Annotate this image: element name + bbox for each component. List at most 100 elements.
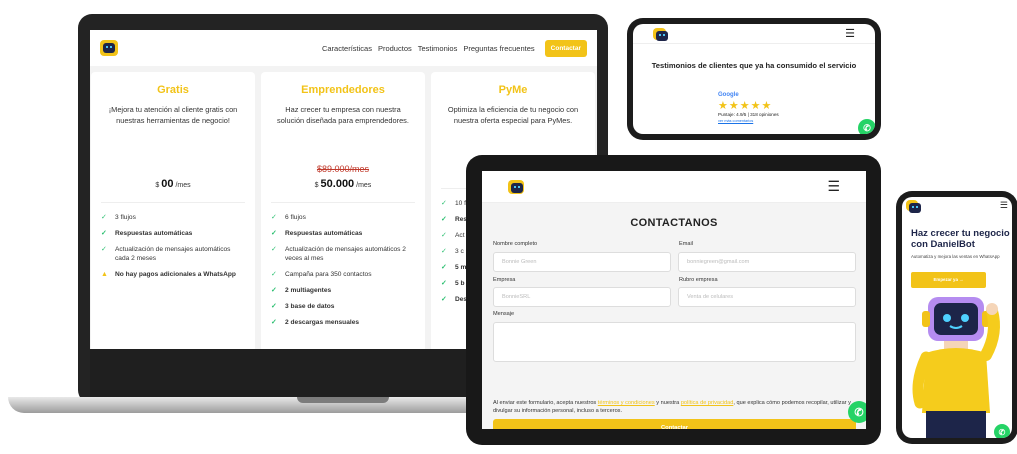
bot-logo-icon[interactable] — [508, 179, 524, 194]
plan-feature: ✓ 6 flujos — [271, 213, 415, 222]
bot-logo-icon[interactable] — [100, 40, 118, 56]
plan-description: Haz crecer tu empresa con nuestra soluci… — [277, 105, 409, 125]
feature-text: Actualización de mensajes automáticos 2 … — [285, 246, 406, 262]
phone-portrait-navbar: ☰ — [902, 197, 1012, 213]
whatsapp-icon[interactable]: ✆ — [994, 424, 1010, 438]
bot-logo-icon[interactable] — [653, 27, 668, 41]
hamburger-menu-icon[interactable]: ☰ — [845, 27, 855, 40]
plan-description: ¡Mejora tu atención al cliente gratis co… — [108, 105, 238, 125]
legal-notice: Al enviar este formulario, acepta nuestr… — [493, 399, 859, 415]
plan-description: Optimiza la eficiencia de tu negocio con… — [447, 105, 579, 125]
plan-name: Gratis — [157, 84, 189, 96]
check-icon: ✓ — [101, 214, 107, 221]
submit-button[interactable]: Contactar — [493, 419, 856, 429]
check-icon: ✓ — [101, 246, 107, 253]
feature-text: Respuestas automáticas — [285, 230, 363, 237]
rating-score: Puntaje: 4.9/5 | 318 opiniones — [718, 112, 779, 117]
check-icon: ✓ — [441, 248, 447, 255]
star-rating: ★★★★★ — [718, 100, 773, 112]
email-label: Email — [679, 241, 693, 247]
nav-link-testimonios[interactable]: Testimonios — [418, 44, 458, 53]
warning-icon: ▲ — [101, 271, 108, 278]
hamburger-menu-icon[interactable]: ☰ — [1000, 200, 1008, 211]
contact-form: CONTACTANOS Nombre completo Bonnie Green… — [482, 203, 866, 429]
plan-price: $ 50.000 /mes — [271, 178, 415, 190]
nav-link-caracteristicas[interactable]: Características — [322, 44, 372, 53]
name-label: Nombre completo — [493, 241, 538, 247]
plan-feature: ▲ No hay pagos adicionales a WhatsApp — [101, 270, 245, 279]
feature-text: 3 base de datos — [285, 303, 335, 310]
check-icon: ✓ — [271, 303, 277, 310]
plan-feature: ✓ Actualización de mensajes automáticos c… — [101, 245, 245, 263]
divider — [271, 202, 415, 203]
email-input[interactable]: bonniegreen@gmail.com — [678, 252, 856, 272]
plan-feature: ✓ 2 multiagentes — [271, 286, 415, 295]
robot-mascot-illustration — [912, 297, 1000, 438]
tablet-navbar: ☰ — [482, 171, 866, 203]
check-icon: ✓ — [441, 280, 447, 287]
plan-feature: ✓ Actualización de mensajes automáticos 2… — [271, 245, 415, 263]
feature-text: 6 flujos — [285, 214, 306, 221]
check-icon: ✓ — [101, 230, 107, 237]
feature-text: Respuestas automáticas — [115, 230, 193, 237]
price-currency: $ — [314, 182, 319, 189]
plan-old-price — [101, 164, 245, 176]
start-button[interactable]: Empezar ya → — [911, 272, 986, 288]
google-label: Google — [718, 92, 739, 98]
bot-logo-icon[interactable] — [906, 199, 921, 213]
hamburger-menu-icon[interactable]: ☰ — [827, 178, 840, 195]
legal-text-2: y nuestra — [654, 400, 681, 406]
check-icon: ✓ — [271, 230, 277, 237]
industry-input[interactable]: Venta de celulares — [678, 287, 856, 307]
tablet-screen: ☰ CONTACTANOS Nombre completo Bonnie Gre… — [482, 171, 866, 429]
plan-feature: ✓ 3 base de datos — [271, 302, 415, 311]
check-icon: ✓ — [271, 319, 277, 326]
price-period: /mes — [356, 182, 372, 189]
plan-price: $ 00 /mes — [101, 178, 245, 190]
plan-feature: ✓ Campaña para 350 contactos — [271, 270, 415, 279]
phone-landscape-navbar: ☰ — [633, 24, 875, 44]
feature-text: Actualización de mensajes automáticos ca… — [115, 246, 231, 262]
feature-text: 5 b — [455, 280, 465, 287]
check-icon: ✓ — [441, 264, 447, 271]
plan-name: Emprendedores — [301, 84, 385, 96]
laptop-notch — [297, 397, 389, 403]
feature-text: 3 flujos — [115, 214, 136, 221]
plan-name: PyMe — [498, 84, 528, 96]
nav-link-productos[interactable]: Productos — [378, 44, 412, 53]
price-amount: 50.000 — [320, 178, 355, 190]
check-icon: ✓ — [441, 232, 447, 239]
phone-portrait-screen: ☰ Haz crecer tu negocio con DanielBot Au… — [902, 197, 1012, 438]
price-currency: $ — [155, 182, 160, 189]
message-textarea[interactable] — [493, 322, 856, 362]
more-comments-link[interactable]: ver más comentarios — [718, 119, 753, 123]
plan-feature: ✓ 2 descargas mensuales — [271, 318, 415, 327]
contact-button[interactable]: Contactar — [544, 39, 587, 57]
message-label: Mensaje — [493, 311, 515, 317]
industry-label: Rubro empresa — [679, 277, 718, 283]
check-icon: ✓ — [271, 287, 277, 294]
plan-old-price: $89.000/mes — [316, 164, 370, 174]
plan-card-emprendedores: Emprendedores Haz crecer tu empresa con n… — [261, 72, 425, 349]
price-period: /mes — [175, 182, 191, 189]
feature-text: No hay pagos adicionales a WhatsApp — [115, 271, 236, 278]
check-icon: ✓ — [271, 214, 277, 221]
check-icon: ✓ — [271, 246, 277, 253]
whatsapp-icon[interactable]: ✆ — [858, 119, 875, 134]
check-icon: ✓ — [441, 216, 447, 223]
testimonials-title: Testimonios de clientes que ya ha consum… — [651, 61, 857, 70]
price-amount: 00 — [161, 178, 174, 190]
terms-link[interactable]: términos y condiciones — [598, 400, 655, 406]
company-input[interactable]: BonnieSRL — [493, 287, 671, 307]
company-label: Empresa — [493, 277, 516, 283]
legal-text-1: Al enviar este formulario, acepta nuestr… — [493, 400, 598, 406]
whatsapp-icon[interactable]: ✆ — [848, 401, 866, 423]
phone-landscape-screen: ☰ Testimonios de clientes que ya ha cons… — [633, 24, 875, 134]
nav-link-preguntas[interactable]: Preguntas frecuentes — [463, 44, 534, 53]
feature-text: 5 m — [455, 264, 467, 271]
divider — [101, 202, 245, 203]
feature-text: Campaña para 350 contactos — [285, 271, 372, 278]
laptop-navbar: Características Productos Testimonios Pr… — [90, 30, 597, 66]
name-input[interactable]: Bonnie Green — [493, 252, 671, 272]
privacy-link[interactable]: política de privacidad — [681, 400, 734, 406]
